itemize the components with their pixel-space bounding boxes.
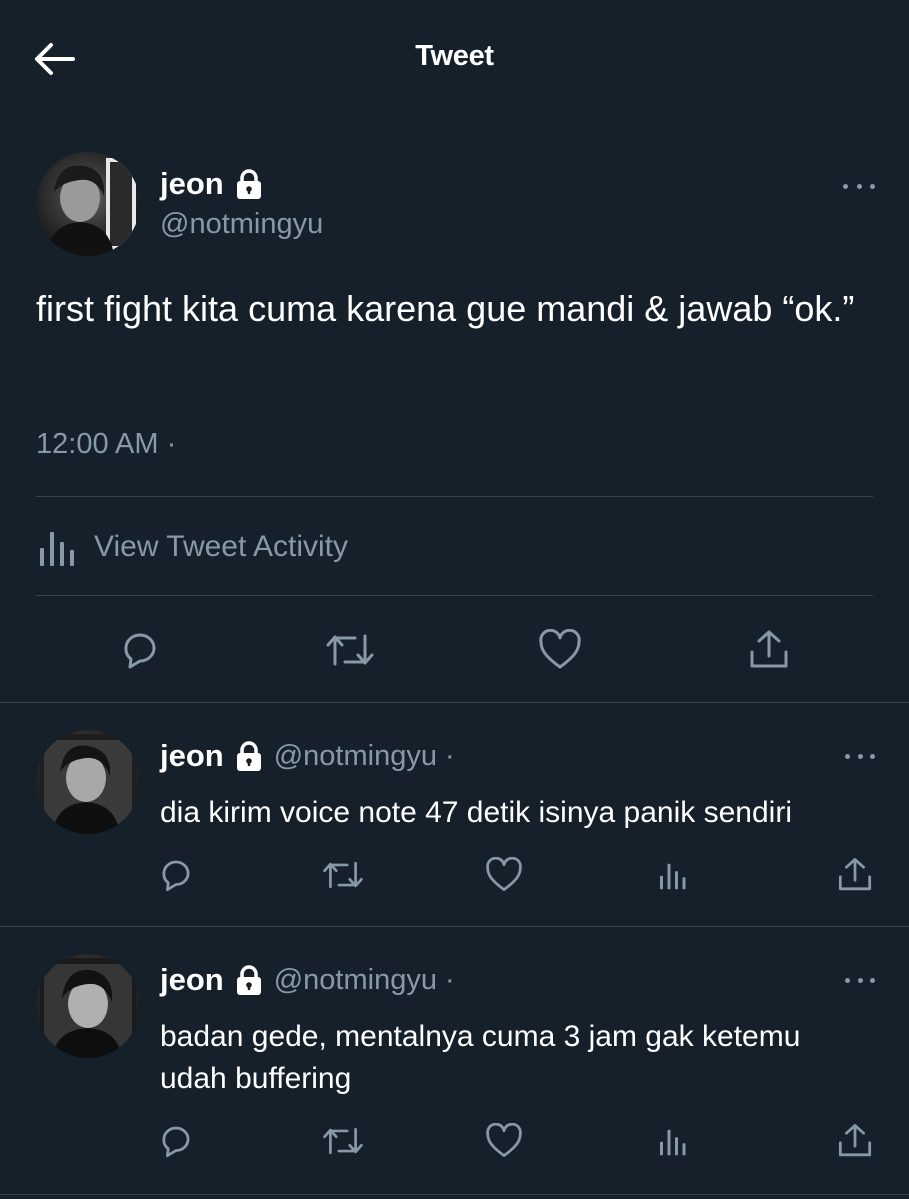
share-icon (750, 630, 788, 668)
tweet-author-handle[interactable]: @notmingyu (160, 208, 323, 241)
reply-author[interactable]: jeon @notmingyu · (160, 738, 455, 774)
more-options-icon[interactable] (843, 176, 875, 196)
share-button[interactable] (832, 1118, 878, 1164)
more-options-icon[interactable] (845, 746, 875, 766)
more-options-icon[interactable] (845, 970, 875, 990)
activity-label: View Tweet Activity (94, 530, 349, 563)
share-icon (838, 1124, 872, 1157)
like-button[interactable] (532, 622, 588, 678)
share-icon (838, 858, 872, 891)
divider (0, 926, 909, 927)
reply-icon (162, 1126, 190, 1158)
share-button[interactable] (832, 852, 878, 898)
avatar[interactable] (36, 954, 140, 1058)
author-handle: @notmingyu · (273, 963, 455, 996)
tweet-author-name[interactable]: jeon (160, 166, 264, 202)
reply-text: dia kirim voice note 47 detik isinya pan… (160, 796, 792, 829)
reply-button[interactable] (153, 852, 199, 898)
lock-icon (236, 965, 261, 995)
divider (36, 496, 873, 497)
like-icon (486, 857, 522, 891)
like-icon (486, 1123, 522, 1157)
reply-text: badan gede, mentalnya cuma 3 jam gak ket… (160, 1020, 801, 1095)
reply-button[interactable] (153, 1118, 199, 1164)
lock-icon (236, 741, 261, 771)
page-title: Tweet (415, 40, 494, 72)
retweet-button[interactable] (322, 622, 378, 678)
author-handle: @notmingyu · (273, 739, 455, 772)
avatar[interactable] (36, 152, 140, 256)
reply-button[interactable] (112, 622, 168, 678)
display-name: jeon (160, 166, 224, 201)
analytics-icon (40, 532, 74, 566)
tweet-activity-button[interactable] (649, 1118, 695, 1164)
divider (0, 1194, 909, 1195)
share-button[interactable] (741, 622, 797, 678)
reply-author[interactable]: jeon @notmingyu · (160, 962, 455, 998)
retweet-button[interactable] (320, 1118, 366, 1164)
divider (36, 595, 873, 596)
tweet-text: first fight kita cuma karena gue mandi &… (36, 288, 855, 329)
lock-icon (236, 169, 261, 199)
tweet-timestamp[interactable]: 12:00 AM · (36, 428, 176, 461)
divider (0, 702, 909, 703)
like-icon (539, 629, 581, 669)
retweet-icon (326, 634, 374, 666)
analytics-icon (660, 863, 686, 890)
display-name: jeon (160, 962, 224, 997)
view-tweet-activity-button[interactable]: View Tweet Activity (36, 524, 348, 570)
reply-icon (124, 633, 156, 669)
avatar[interactable] (36, 730, 140, 834)
analytics-icon (660, 1129, 686, 1156)
tweet-activity-button[interactable] (649, 852, 695, 898)
retweet-icon (323, 861, 363, 889)
reply-icon (162, 860, 190, 892)
retweet-button[interactable] (320, 852, 366, 898)
retweet-icon (323, 1127, 363, 1155)
like-button[interactable] (481, 1118, 527, 1164)
display-name: jeon (160, 738, 224, 773)
like-button[interactable] (481, 852, 527, 898)
